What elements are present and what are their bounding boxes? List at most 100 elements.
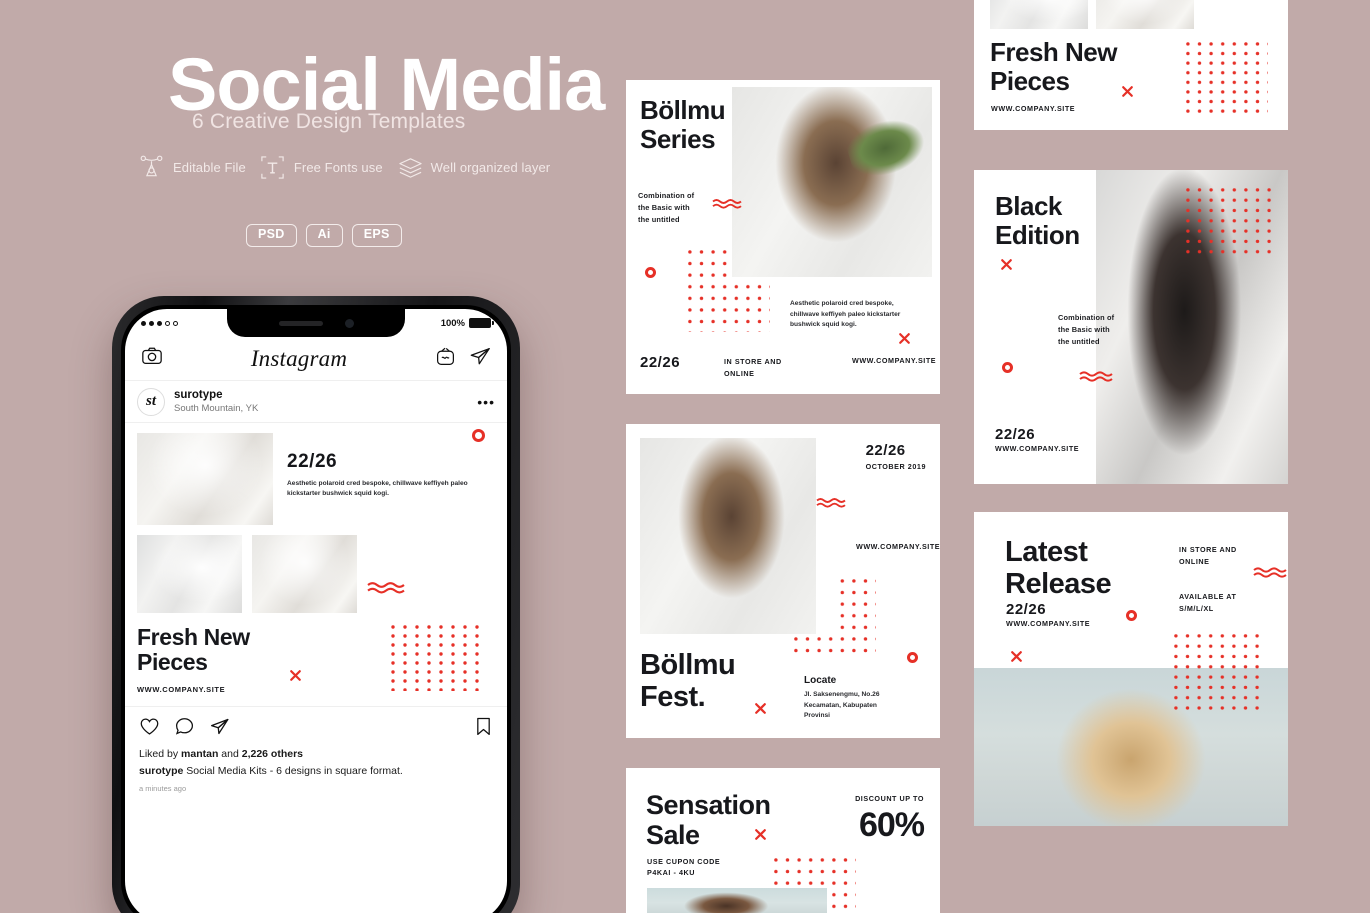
template-card-sensation-sale: Sensation Sale DISCOUNT UP TO 60% USE CU… bbox=[626, 768, 940, 913]
card-image bbox=[732, 87, 932, 277]
feature-item-editable-file: Editable File bbox=[138, 154, 246, 181]
template-card-fresh-new-pieces: Fresh New Pieces WWW.COMPANY.SITE bbox=[974, 0, 1288, 130]
wave-accent-icon bbox=[1079, 370, 1113, 388]
card-title-line1: Böllmu bbox=[640, 649, 736, 681]
card-coupon-label: USE CUPON CODE bbox=[647, 857, 721, 866]
card-site: WWW.COMPANY.SITE bbox=[995, 444, 1080, 453]
card-title-line2: Release bbox=[1005, 568, 1112, 601]
card-month: OCTOBER 2019 bbox=[865, 462, 926, 471]
card-tagline: Combination of the Basic with the untitl… bbox=[638, 191, 695, 224]
comment-icon[interactable] bbox=[174, 716, 195, 742]
post-username[interactable]: surotype bbox=[174, 388, 258, 402]
layers-icon bbox=[396, 154, 423, 181]
circle-accent-icon bbox=[907, 652, 918, 663]
signal-strength-icon bbox=[141, 320, 178, 326]
template-card-bollmu-series: Böllmu Series Combination of the Basic w… bbox=[626, 80, 940, 394]
format-badge-ai: Ai bbox=[305, 224, 343, 247]
card-address: Jl. Saksenengmu, No.26 Kecamatan, Kabupa… bbox=[804, 691, 880, 720]
creative-body: Aesthetic polaroid cred bespoke, chillwa… bbox=[287, 480, 468, 498]
card-title: Böllmu Series bbox=[640, 95, 726, 154]
feature-label: Well organized layer bbox=[430, 160, 551, 175]
creative-row-top: 22/26 Aesthetic polaroid cred bespoke, c… bbox=[137, 433, 495, 525]
feature-label: Free Fonts use bbox=[293, 160, 383, 175]
x-accent-icon bbox=[1000, 258, 1013, 276]
card-title: Black Edition bbox=[995, 191, 1080, 250]
post-location[interactable]: South Mountain, YK bbox=[174, 403, 258, 415]
post-creative: 22/26 Aesthetic polaroid cred bespoke, c… bbox=[125, 423, 507, 706]
x-accent-icon bbox=[289, 669, 302, 687]
paper-plane-icon[interactable] bbox=[209, 716, 230, 742]
card-title-line1: Black bbox=[995, 191, 1062, 221]
post-image-left bbox=[137, 535, 242, 613]
card-date: 22/26 bbox=[640, 354, 681, 371]
feature-label: Editable File bbox=[173, 160, 246, 175]
card-date: 22/26 bbox=[995, 426, 1036, 443]
igtv-icon[interactable] bbox=[435, 346, 456, 372]
card-date-block: 22/26 OCTOBER 2019 bbox=[866, 442, 926, 471]
page-subtitle: 6 Creative Design Templates bbox=[192, 110, 466, 133]
dot-grid-accent bbox=[1174, 634, 1266, 717]
circle-accent-icon bbox=[1002, 362, 1013, 373]
leaf-decoration bbox=[837, 91, 932, 201]
card-image bbox=[640, 438, 816, 634]
creative-headline-line2: Pieces bbox=[137, 649, 208, 676]
likes-count[interactable]: 2,226 others bbox=[242, 748, 303, 760]
wave-accent-icon bbox=[367, 581, 405, 600]
card-sizes: AVAILABLE AT S/M/L/XL bbox=[1179, 592, 1237, 614]
text-box-icon bbox=[259, 154, 286, 181]
x-accent-icon bbox=[1121, 85, 1134, 103]
earpiece-speaker bbox=[278, 320, 323, 326]
card-title-line2: Fest. bbox=[640, 681, 706, 714]
battery-percent-label: 100% bbox=[440, 317, 465, 329]
dot-grid-accent bbox=[1186, 188, 1278, 265]
post-caption: surotype Social Media Kits - 6 designs i… bbox=[139, 763, 493, 780]
card-locate-label: Locate bbox=[804, 675, 837, 686]
circle-accent-icon bbox=[1126, 610, 1137, 621]
avatar[interactable]: st bbox=[137, 387, 165, 416]
card-image bbox=[647, 888, 827, 913]
dot-grid-accent bbox=[688, 250, 770, 337]
instagram-logo: Instagram bbox=[250, 345, 348, 371]
card-site: WWW.COMPANY.SITE bbox=[991, 104, 1076, 113]
likes-prefix: Liked by bbox=[139, 747, 182, 760]
card-tagline: Combination of the Basic with the untitl… bbox=[1058, 313, 1115, 346]
feature-list: Editable File Free Fonts use Well organi… bbox=[138, 154, 550, 181]
battery-icon bbox=[469, 318, 494, 328]
heart-icon[interactable] bbox=[139, 716, 160, 742]
paper-plane-icon[interactable] bbox=[469, 345, 491, 372]
card-date: 22/26 bbox=[865, 442, 906, 459]
format-badges: PSD Ai EPS bbox=[246, 224, 402, 247]
caption-text: Social Media Kits - 6 designs in square … bbox=[183, 765, 403, 778]
caption-username[interactable]: surotype bbox=[139, 765, 183, 777]
camera-icon[interactable] bbox=[141, 345, 163, 372]
card-title: Latest Release bbox=[1005, 536, 1112, 601]
card-title-line1: Böllmu bbox=[640, 95, 726, 125]
card-site: WWW.COMPANY.SITE bbox=[1006, 619, 1091, 628]
post-likes: Liked by mantan and 2,226 others bbox=[139, 746, 493, 764]
post-actions bbox=[125, 705, 507, 746]
front-camera-icon bbox=[344, 318, 354, 328]
phone-mockup: 100% Instagram st surotype South Mountai… bbox=[112, 296, 520, 913]
likes-user[interactable]: mantan bbox=[181, 748, 218, 760]
circle-accent-icon bbox=[472, 429, 485, 442]
post-image-main bbox=[137, 433, 274, 525]
creative-date: 22/26 bbox=[287, 451, 338, 472]
card-title-line1: Sensation bbox=[646, 790, 771, 820]
post-header: st surotype South Mountain, YK ••• bbox=[125, 381, 507, 423]
card-coupon-code: P4KAI - 4KU bbox=[647, 868, 695, 877]
dot-grid-accent bbox=[1186, 42, 1268, 119]
wave-accent-icon bbox=[1253, 566, 1287, 584]
phone-notch bbox=[227, 309, 405, 337]
pen-tool-icon bbox=[138, 154, 165, 181]
wave-accent-icon bbox=[712, 197, 742, 215]
card-discount-value: 60% bbox=[858, 806, 925, 844]
template-card-latest-release: Latest Release 22/26 WWW.COMPANY.SITE IN… bbox=[974, 512, 1288, 826]
dot-grid-accent bbox=[391, 625, 487, 696]
bookmark-icon[interactable] bbox=[474, 716, 493, 742]
feature-item-free-fonts: Free Fonts use bbox=[259, 154, 383, 181]
likes-middle: and bbox=[218, 747, 242, 760]
circle-accent-icon bbox=[645, 267, 656, 278]
x-accent-icon bbox=[754, 702, 767, 720]
card-discount-label: DISCOUNT UP TO bbox=[855, 794, 924, 803]
instagram-app-bar: Instagram bbox=[125, 337, 507, 381]
